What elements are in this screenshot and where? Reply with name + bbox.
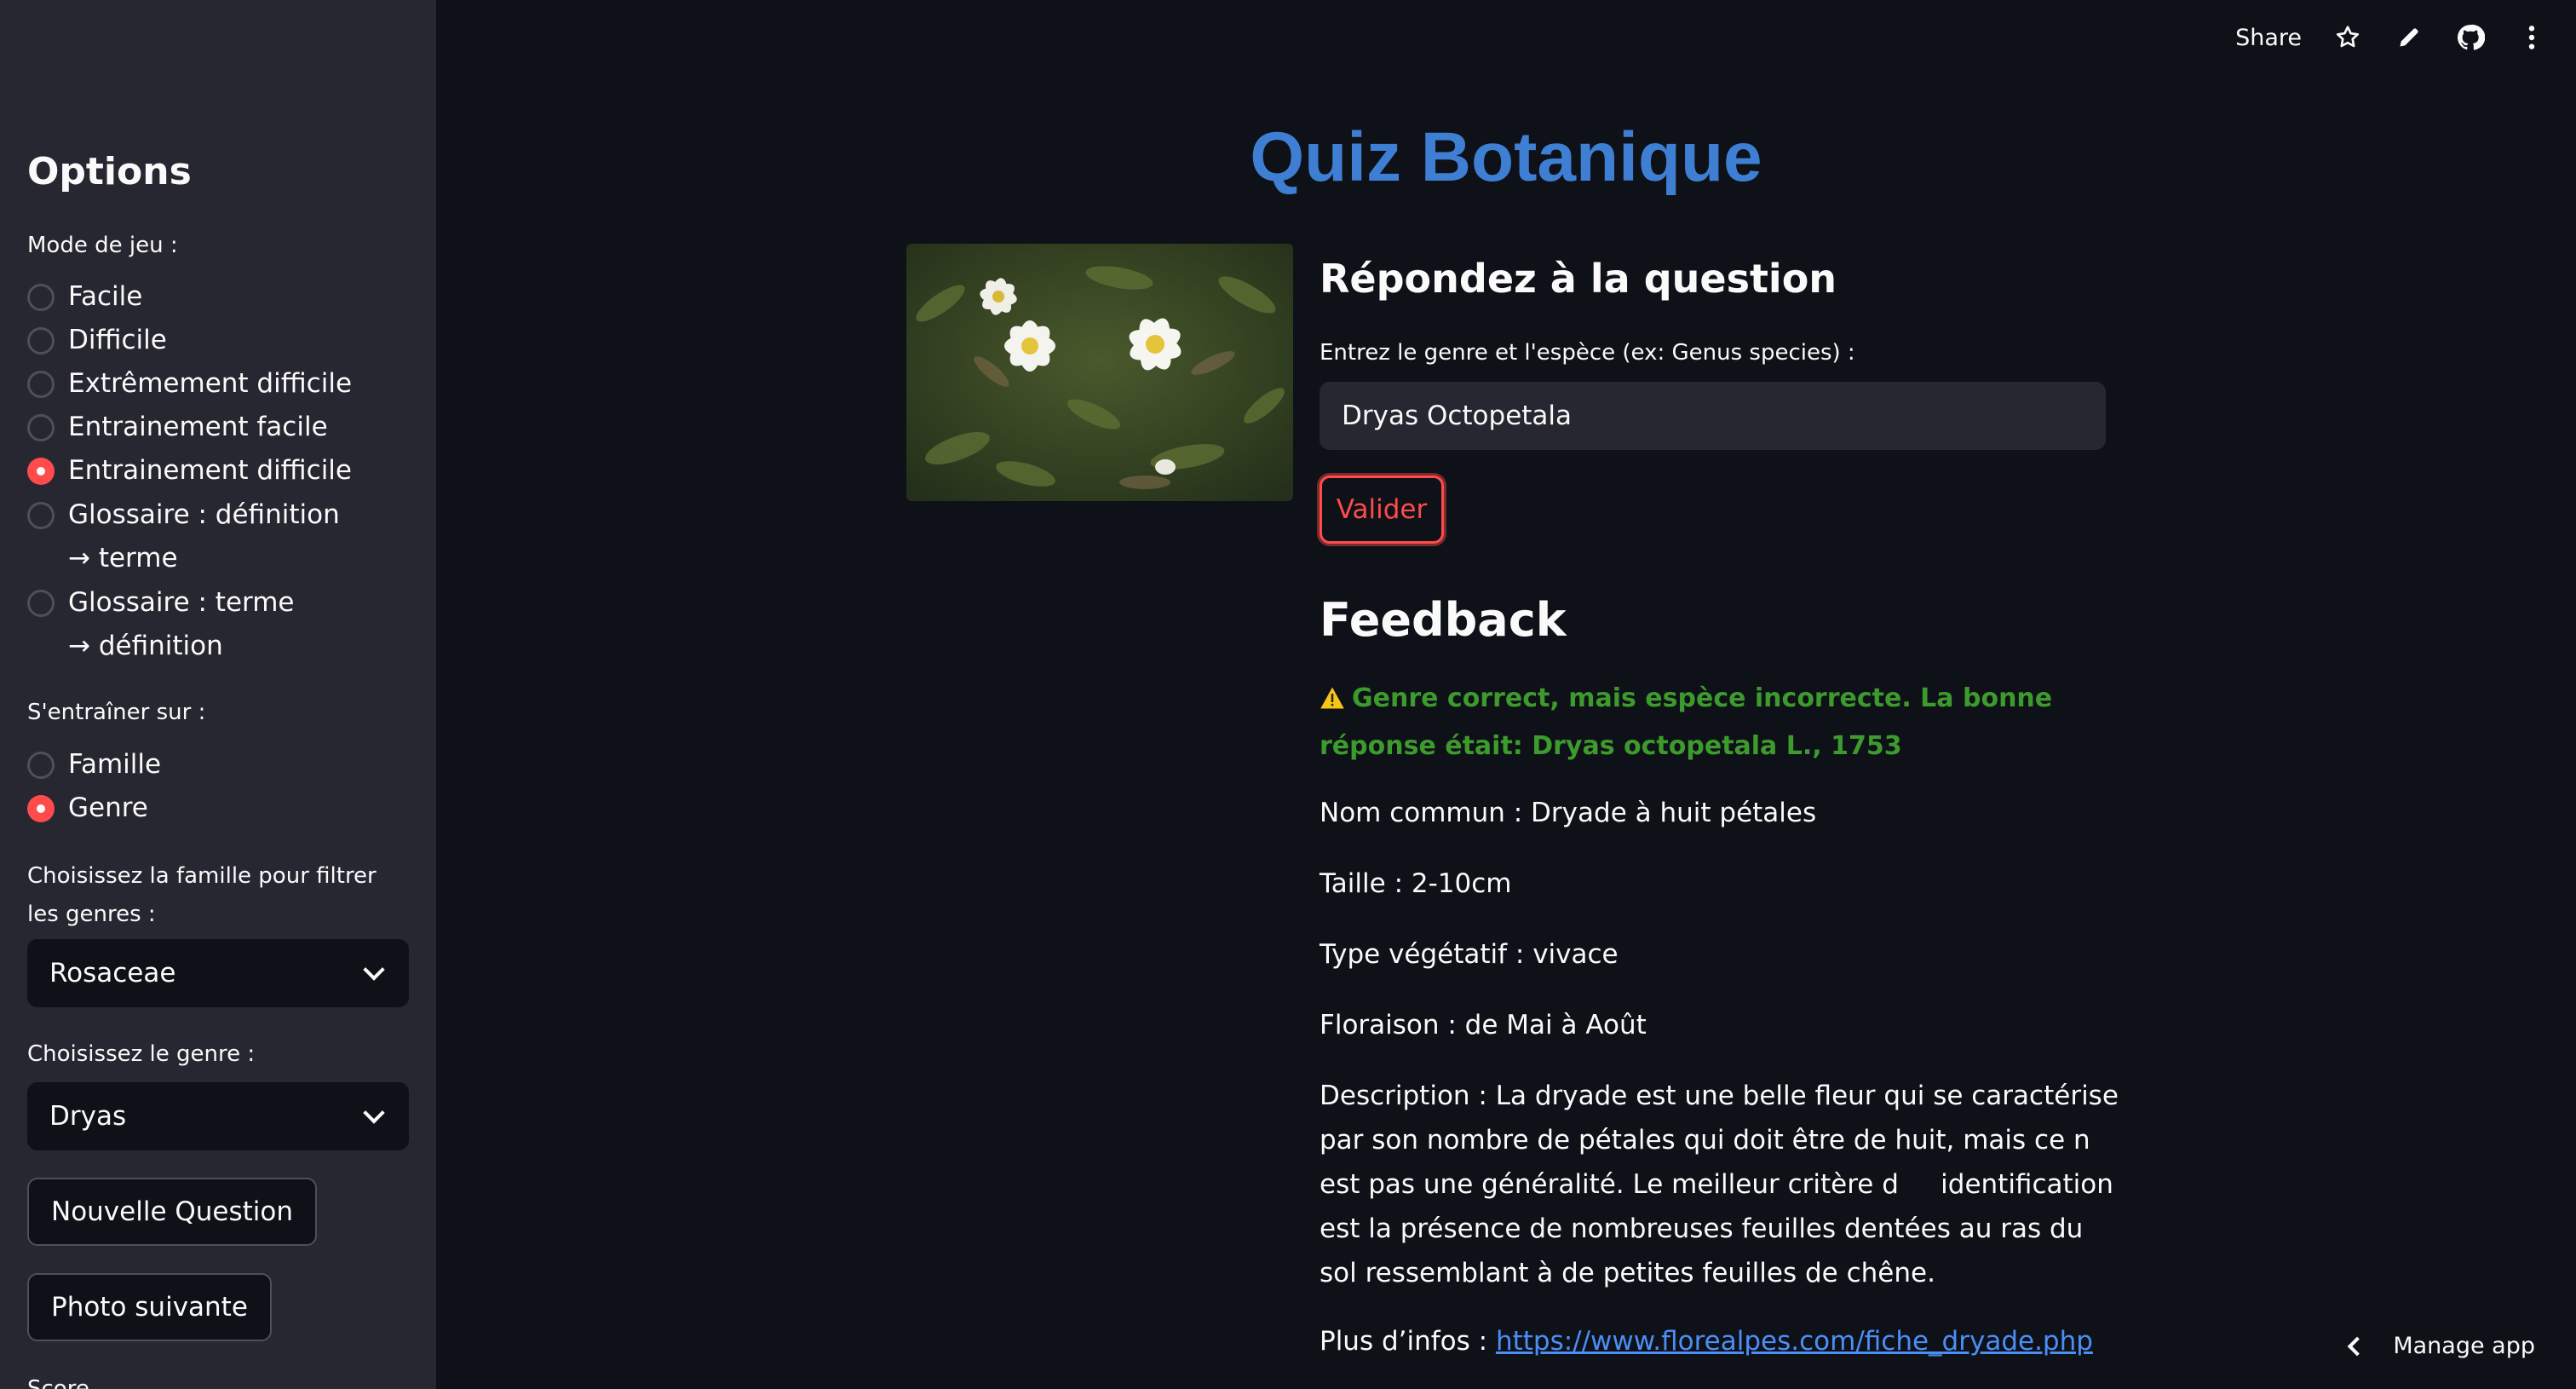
- radio-mode-glossaire-terme-definition[interactable]: Glossaire : terme → définition: [27, 581, 324, 668]
- radio-circle-selected[interactable]: [27, 458, 55, 485]
- radio-mode-entrainement-difficile[interactable]: Entrainement difficile: [27, 449, 375, 493]
- more-info-link[interactable]: https://www.florealpes.com/fiche_dryade.…: [1496, 1326, 2093, 1357]
- manage-app-label: Manage app: [2393, 1333, 2535, 1359]
- radio-circle[interactable]: [27, 502, 55, 529]
- radio-mode-glossaire-definition-terme[interactable]: Glossaire : définition → terme: [27, 493, 349, 580]
- answer-input-label: Entrez le genre et l'espèce (ex: Genus s…: [1320, 340, 1855, 366]
- warning-icon: [1320, 680, 1345, 724]
- new-question-button[interactable]: Nouvelle Question: [27, 1178, 318, 1246]
- family-select-value: Rosaceae: [49, 958, 176, 988]
- family-select[interactable]: Rosaceae: [27, 939, 409, 1007]
- feedback-heading: Feedback: [1320, 593, 1567, 647]
- header-toolbar: Share: [2235, 17, 2547, 58]
- github-icon[interactable]: [2455, 22, 2486, 53]
- plant-photo: [906, 244, 1293, 501]
- radio-label: Genre: [68, 792, 148, 823]
- sidebar: Options Mode de jeu : Facile Difficile E…: [0, 0, 436, 1389]
- radio-label: Entrainement difficile: [68, 455, 352, 486]
- radio-label: Glossaire : définition → terme: [68, 499, 340, 573]
- radio-label: Facile: [68, 281, 143, 312]
- vegetative-type: Type végétatif : vivace: [1320, 939, 1619, 970]
- next-photo-button[interactable]: Photo suivante: [27, 1273, 272, 1341]
- radio-mode-difficile[interactable]: Difficile: [27, 319, 375, 362]
- sidebar-title: Options: [27, 150, 192, 193]
- more-info: Plus d’infos : https://www.florealpes.co…: [1320, 1319, 2120, 1363]
- radio-label: Famille: [68, 749, 162, 780]
- radio-label: Extrêmement difficile: [68, 368, 353, 399]
- plant-size: Taille : 2-10cm: [1320, 868, 1512, 899]
- game-mode-label: Mode de jeu :: [27, 233, 178, 258]
- more-vertical-icon[interactable]: [2516, 22, 2547, 53]
- radio-circle-selected[interactable]: [27, 795, 55, 822]
- radio-train-famille[interactable]: Famille: [27, 743, 375, 787]
- radio-circle[interactable]: [27, 371, 55, 398]
- feedback-warning-text: Genre correct, mais espèce incorrecte. L…: [1320, 683, 2053, 761]
- star-icon[interactable]: [2332, 22, 2363, 53]
- genus-select[interactable]: Dryas: [27, 1082, 409, 1150]
- pencil-icon[interactable]: [2394, 22, 2424, 53]
- radio-label: Glossaire : terme → définition: [68, 587, 295, 661]
- score-label: Score: [27, 1376, 89, 1389]
- answer-input[interactable]: [1320, 382, 2106, 450]
- chevron-left-icon: [2348, 1336, 2367, 1356]
- radio-circle[interactable]: [27, 414, 55, 441]
- radio-train-genre[interactable]: Genre: [27, 787, 375, 830]
- family-select-label: Choisissez la famille pour filtrer les g…: [27, 863, 377, 927]
- question-heading: Répondez à la question: [1320, 256, 1837, 302]
- more-info-prefix: Plus d’infos :: [1320, 1326, 1496, 1357]
- radio-label: Entrainement facile: [68, 412, 328, 442]
- share-button[interactable]: Share: [2235, 25, 2302, 51]
- radio-label: Difficile: [68, 325, 167, 355]
- common-name: Nom commun : Dryade à huit pétales: [1320, 798, 1817, 828]
- genus-select-value: Dryas: [49, 1101, 127, 1132]
- chevron-down-icon: [363, 1102, 385, 1124]
- manage-app-button[interactable]: Manage app: [2348, 1333, 2535, 1359]
- radio-mode-extremement-difficile[interactable]: Extrêmement difficile: [27, 362, 375, 406]
- radio-mode-facile[interactable]: Facile: [27, 275, 375, 319]
- plant-description: Description : La dryade est une belle fl…: [1320, 1081, 2132, 1288]
- train-on-label: S'entraîner sur :: [27, 700, 206, 725]
- radio-circle[interactable]: [27, 752, 55, 779]
- feedback-warning: Genre correct, mais espèce incorrecte. L…: [1320, 677, 2120, 769]
- radio-circle[interactable]: [27, 327, 55, 354]
- radio-circle[interactable]: [27, 284, 55, 311]
- radio-mode-entrainement-facile[interactable]: Entrainement facile: [27, 406, 375, 449]
- flowering-period: Floraison : de Mai à Août: [1320, 1010, 1647, 1040]
- validate-button[interactable]: Valider: [1320, 475, 1444, 544]
- genus-select-label: Choisissez le genre :: [27, 1041, 256, 1067]
- chevron-down-icon: [363, 959, 385, 981]
- radio-circle[interactable]: [27, 590, 55, 617]
- page-title: Quiz Botanique: [1250, 118, 1762, 196]
